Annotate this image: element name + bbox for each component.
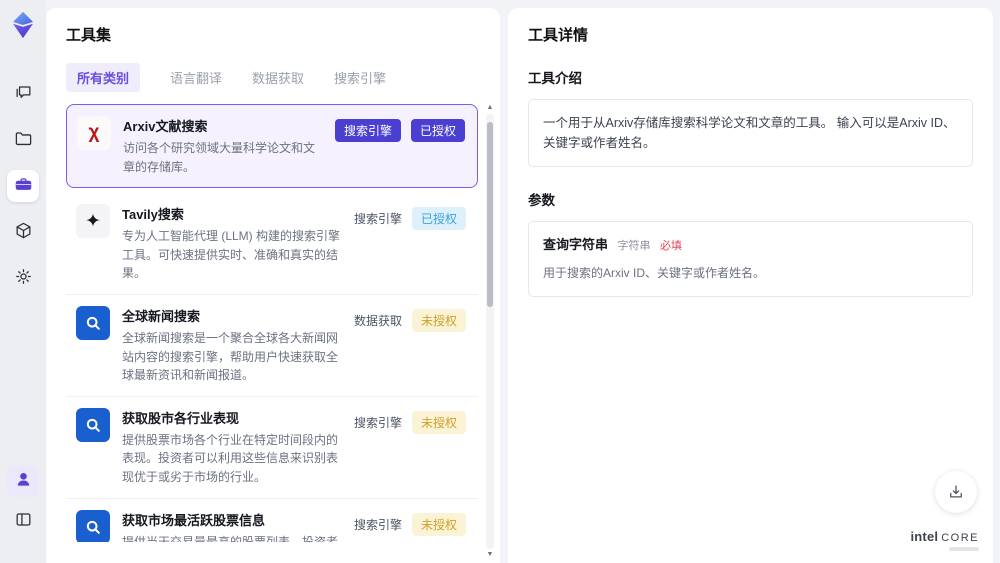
tool-name: Arxiv文献搜索 [123, 119, 208, 134]
category-badge: 搜索引擎 [353, 212, 402, 227]
list-scrollbar[interactable]: ▲ ▼ [485, 104, 495, 559]
tab-0[interactable]: 所有类别 [66, 63, 141, 92]
tool-detail-panel: 工具详情 工具介绍 一个用于从Arxiv存储库搜索科学论文和文章的工具。 输入可… [508, 8, 993, 563]
tavily-star-icon: ✦ [76, 204, 110, 239]
sidebar-item-folder[interactable] [7, 124, 39, 156]
param-required-badge: 必填 [659, 240, 682, 252]
category-badge: 搜索引擎 [334, 119, 401, 142]
tool-row[interactable]: 获取股市各行业表现提供股票市场各个行业在特定时间段内的表现。投资者可以利用这些信… [66, 396, 478, 499]
arxiv-icon: χ [77, 116, 111, 150]
tool-row[interactable]: 全球新闻搜索全球新闻搜索是一个聚合全球各大新闻网站内容的搜索引擎，帮助用户快速获… [66, 294, 478, 397]
sidebar-item-cube[interactable] [7, 216, 39, 248]
tool-description: 提供股票市场各个行业在特定时间段内的表现。投资者可以利用这些信息来识别表现优于或… [122, 432, 339, 484]
category-badge: 数据获取 [353, 313, 402, 328]
cube-icon [14, 221, 33, 243]
sidebar-item-gear[interactable] [7, 262, 39, 294]
sidebar-item-chat[interactable] [7, 78, 39, 110]
toolbox-icon [14, 175, 33, 197]
intel-core-logo: intel CORE [910, 529, 979, 551]
app-window: 工具集 所有类别 语言翻译 数据获取 搜索引擎 χ Arxiv文献搜索 访问各个研究领域大… [0, 0, 1000, 563]
tool-name: 获取股市各行业表现 [122, 410, 240, 426]
param-type: 字符串 [617, 240, 651, 252]
user-icon [14, 470, 33, 492]
detail-title: 工具详情 [528, 27, 589, 44]
tab-1[interactable]: 语言翻译 [170, 63, 222, 92]
intro-text: 一个用于从Arxiv存储库搜索科学论文和文章的工具。 输入可以是Arxiv ID… [543, 116, 956, 150]
category-badge: 搜索引擎 [353, 517, 402, 532]
tool-badges: 搜索引擎 未授权 [354, 510, 466, 542]
tool-description: 全球新闻搜索是一个聚合全球各大新闻网站内容的搜索引擎，帮助用户快速获取全球最新资… [122, 330, 339, 383]
tool-body: 全球新闻搜索全球新闻搜索是一个聚合全球各大新闻网站内容的搜索引擎，帮助用户快速获… [122, 306, 342, 385]
sidebar-item-toolbox[interactable] [7, 170, 39, 202]
core-brand-text: CORE [941, 532, 979, 544]
toolset-title: 工具集 [66, 27, 112, 44]
tool-badges: 数据获取 未授权 [354, 306, 466, 385]
download-icon [950, 485, 962, 498]
toolset-panel: 工具集 所有类别 语言翻译 数据获取 搜索引擎 χ Arxiv文献搜索 访问各个研究领域大… [46, 8, 500, 563]
category-tabs: 所有类别 语言翻译 数据获取 搜索引擎 [66, 63, 500, 92]
sidebar [0, 0, 46, 563]
panel-toggle-icon [14, 510, 33, 532]
param-desc: 用于搜索的Arxiv ID、关键字或作者姓名。 [543, 265, 766, 280]
tool-description: 提供当天交易量最高的股票列表。投资者可以利用这些信息来识别流动性强的股票和潜在的… [122, 534, 339, 542]
tool-body: Arxiv文献搜索访问各个研究领域大量科学论文和文章的存储库。 [123, 116, 323, 176]
tool-row[interactable]: ✦ Tavily搜索专为人工智能代理 (LLM) 构建的搜索引擎工具。可快速提供实… [66, 193, 478, 295]
scrollbar-track[interactable] [486, 114, 494, 549]
tool-name: 获取市场最活跃股票信息 [122, 512, 266, 528]
tool-description: 访问各个研究领域大量科学论文和文章的存储库。 [123, 141, 316, 174]
sidebar-item-panel-toggle[interactable] [7, 505, 39, 537]
param-name: 查询字符串 [543, 237, 609, 252]
blue-search-icon [76, 305, 110, 340]
chat-icon [14, 83, 33, 105]
auth-status-badge: 未授权 [411, 308, 466, 332]
blue-search-icon [76, 509, 110, 542]
tab-2[interactable]: 数据获取 [252, 63, 304, 92]
tool-body: 获取股市各行业表现提供股票市场各个行业在特定时间段内的表现。投资者可以利用这些信… [122, 408, 342, 487]
params-heading: 参数 [528, 193, 555, 208]
intel-sub-badge [949, 547, 979, 551]
tool-name: 全球新闻搜索 [122, 308, 201, 324]
intro-box: 一个用于从Arxiv存储库搜索科学论文和文章的工具。 输入可以是Arxiv ID… [528, 99, 973, 167]
sidebar-item-user[interactable] [7, 465, 39, 497]
tab-3[interactable]: 搜索引擎 [334, 63, 386, 92]
tool-row[interactable]: χ Arxiv文献搜索访问各个研究领域大量科学论文和文章的存储库。 搜索引擎 已授权 [66, 104, 478, 189]
tool-badges: 搜索引擎 已授权 [354, 204, 466, 283]
tool-body: Tavily搜索专为人工智能代理 (LLM) 构建的搜索引擎工具。可快速提供实时… [122, 204, 342, 283]
app-logo-icon[interactable] [8, 10, 38, 40]
download-button[interactable] [935, 471, 977, 513]
scroll-up-icon[interactable]: ▲ [487, 104, 494, 112]
tool-row[interactable]: 获取市场最活跃股票信息提供当天交易量最高的股票列表。投资者可以利用这些信息来识别… [66, 498, 478, 542]
auth-status-badge: 未授权 [411, 410, 466, 434]
scrollbar-thumb[interactable] [487, 122, 493, 307]
tool-description: 专为人工智能代理 (LLM) 构建的搜索引擎工具。可快速提供实时、准确和真实的结… [122, 229, 341, 281]
tool-body: 获取市场最活跃股票信息提供当天交易量最高的股票列表。投资者可以利用这些信息来识别… [122, 510, 342, 542]
tool-badges: 搜索引擎 已授权 [334, 116, 465, 176]
tool-badges: 搜索引擎 未授权 [354, 408, 466, 487]
auth-status-badge: 已授权 [411, 207, 466, 231]
category-badge: 搜索引擎 [353, 415, 402, 430]
scroll-down-icon[interactable]: ▼ [487, 551, 494, 559]
folder-icon [14, 129, 33, 151]
intel-brand-text: intel [910, 529, 939, 544]
gear-icon [14, 267, 33, 289]
blue-search-icon [76, 407, 110, 442]
param-card: 查询字符串 字符串 必填 用于搜索的Arxiv ID、关键字或作者姓名。 [528, 221, 973, 297]
tool-list: χ Arxiv文献搜索 访问各个研究领域大量科学论文和文章的存储库。 搜索引擎 已授权 ✦… [66, 104, 500, 542]
auth-status-badge: 未授权 [411, 512, 466, 536]
auth-status-badge: 已授权 [410, 119, 465, 142]
tool-name: Tavily搜索 [122, 207, 184, 223]
intro-heading: 工具介绍 [528, 71, 582, 86]
